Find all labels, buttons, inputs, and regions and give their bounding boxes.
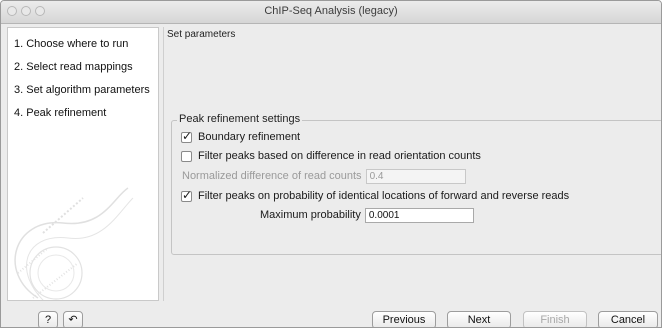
step-choose-where-to-run[interactable]: 1. Choose where to run: [14, 38, 128, 50]
reset-button[interactable]: ↶: [63, 311, 83, 327]
window-title: ChIP-Seq Analysis (legacy): [264, 5, 398, 17]
peak-refinement-settings-group: Peak refinement settings Boundary refine…: [171, 113, 661, 255]
step-select-read-mappings[interactable]: 2. Select read mappings: [14, 61, 133, 73]
max-probability-field[interactable]: 0.0001: [364, 207, 474, 223]
boundary-refinement-label: Boundary refinement: [198, 131, 301, 143]
filter-probability-row[interactable]: Filter peaks on probability of identical…: [181, 188, 569, 204]
help-icon: ?: [44, 314, 52, 326]
group-legend: Peak refinement settings: [177, 113, 303, 125]
content-panel: Set parameters Peak refinement settings …: [163, 27, 661, 301]
normalized-difference-label: Normalized difference of read counts: [182, 170, 362, 182]
boundary-refinement-row[interactable]: Boundary refinement: [181, 129, 300, 145]
decorative-watermark-graphic: [14, 187, 134, 300]
steps-sidebar: 1. Choose where to run 2. Select read ma…: [7, 27, 159, 301]
normalized-difference-field[interactable]: 0.4: [365, 168, 466, 184]
title-bar: ChIP-Seq Analysis (legacy): [1, 1, 661, 24]
filter-orientation-row[interactable]: Filter peaks based on difference in read…: [181, 148, 481, 164]
previous-button[interactable]: Previous: [372, 311, 436, 327]
finish-button[interactable]: Finish: [523, 311, 587, 327]
filter-orientation-label: Filter peaks based on difference in read…: [198, 150, 481, 162]
step-peak-refinement[interactable]: 4. Peak refinement: [14, 107, 106, 119]
max-probability-label: Maximum probability: [260, 209, 361, 221]
wizard-footer: ? ↶ Previous Next Finish Cancel: [1, 301, 661, 327]
wizard-window: ChIP-Seq Analysis (legacy) 1. Choose whe…: [0, 0, 662, 328]
section-heading: Set parameters: [167, 29, 236, 40]
normalized-difference-row: Normalized difference of read counts 0.4: [182, 168, 466, 184]
filter-orientation-checkbox[interactable]: [181, 150, 192, 162]
help-button[interactable]: ?: [38, 311, 58, 327]
next-button[interactable]: Next: [447, 311, 511, 327]
boundary-refinement-checkbox[interactable]: [181, 129, 192, 143]
filter-probability-label: Filter peaks on probability of identical…: [198, 190, 570, 202]
reset-icon: ↶: [68, 314, 78, 326]
filter-probability-checkbox[interactable]: [181, 188, 192, 202]
step-set-algorithm-parameters[interactable]: 3. Set algorithm parameters: [14, 84, 150, 96]
cancel-button[interactable]: Cancel: [598, 311, 658, 327]
max-probability-row: Maximum probability 0.0001: [260, 207, 474, 223]
